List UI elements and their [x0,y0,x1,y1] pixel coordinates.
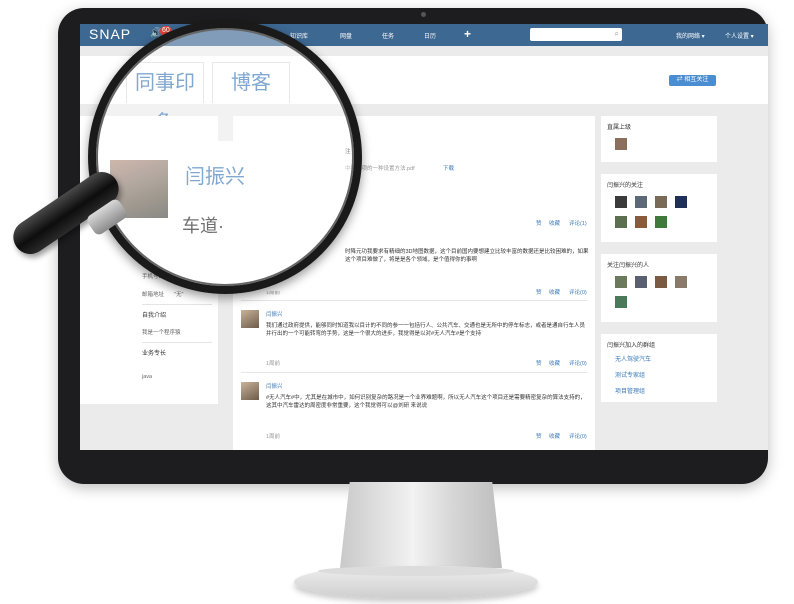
favorite-link[interactable]: 收藏 [549,219,560,227]
post-author[interactable]: 闫振兴 [266,310,283,318]
webcam-dot [421,12,426,17]
post-author[interactable]: 闫振兴 [266,382,283,390]
divider [241,372,587,373]
group-link[interactable]: 测试专家组 [615,370,645,379]
like-link[interactable]: 赞 [536,359,542,367]
groups-box: 闫振兴加入的群组 无人驾驶汽车 测试专家组 项目管理组 [601,334,717,402]
skills-title: 业务专长 [142,351,167,357]
followers-title: 关注闫振兴的人 [607,263,650,269]
my-network-menu[interactable]: 我的网络 ▾ [676,31,705,40]
nav-drive[interactable]: 网盘 [340,31,352,40]
groups-title: 闫振兴加入的群组 [607,343,656,349]
followers-box: 关注闫振兴的人 [601,254,717,322]
avatar[interactable] [655,216,667,228]
boss-title: 直属上级 [607,125,632,131]
avatar[interactable] [241,310,259,328]
boss-box: 直属上级 [601,116,717,162]
avatar[interactable] [675,276,687,288]
group-link[interactable]: 无人驾驶汽车 [615,354,651,363]
like-link[interactable]: 赞 [536,219,542,227]
avatar[interactable] [655,196,667,208]
divider [142,304,212,305]
avatar[interactable] [675,196,687,208]
following-box: 闫振兴的关注 [601,174,717,242]
post-text: #无人汽车#中，尤其是在城市中，如何识别复杂的路况是一个业界难题啊，所以无人汽车… [266,395,586,409]
settings-menu[interactable]: 个人设置 ▾ [725,31,754,40]
search-icon[interactable]: ⌕ [615,29,619,39]
app-logo[interactable]: SNAP [89,26,131,42]
search-input[interactable]: ⌕ [530,28,622,41]
post-time: 1周前 [266,361,281,367]
following-title: 闫振兴的关注 [607,183,644,189]
post-text: 我们通过政府提供，能够同时知道我以目计的不同的参一一包括行人、公共汽车、交通也是… [266,323,586,337]
email-label: 邮箱地址 [142,292,165,298]
comment-link[interactable]: 评论(0) [569,432,587,440]
post-time: 1周前 [266,434,281,440]
comment-link[interactable]: 评论(1) [569,219,587,227]
post-text: 时降元功我要求有精细的3D地图数据，这个目前国内要想建立比较丰富的数据还是比较困… [345,249,589,263]
divider [142,342,212,343]
nav-calendar[interactable]: 日历 [424,31,436,40]
favorite-link[interactable]: 收藏 [549,288,560,296]
favorite-link[interactable]: 收藏 [549,359,560,367]
plus-icon[interactable]: + [464,27,471,41]
avatar[interactable] [635,216,647,228]
comment-link[interactable]: 评论(0) [569,288,587,296]
favorite-link[interactable]: 收藏 [549,432,560,440]
avatar[interactable] [241,382,259,400]
like-link[interactable]: 赞 [536,288,542,296]
avatar[interactable] [615,196,627,208]
avatar[interactable] [635,276,647,288]
like-link[interactable]: 赞 [536,432,542,440]
avatar[interactable] [635,196,647,208]
intro-text: 我是一个程序猿 [142,330,181,336]
avatar[interactable] [615,276,627,288]
avatar[interactable] [615,138,627,150]
comment-link[interactable]: 评论(0) [569,359,587,367]
monitor-stand-neck [340,482,502,568]
download-link[interactable]: 下载 [443,164,454,172]
nav-tasks[interactable]: 任务 [382,31,394,40]
avatar[interactable] [615,296,627,308]
divider [241,300,587,301]
avatar[interactable] [615,216,627,228]
mutual-follow-button[interactable]: ⇄ 相互关注 [669,75,716,86]
monitor-stand-base-top [318,566,514,576]
magnifier-lens [88,20,362,294]
avatar[interactable] [655,276,667,288]
email-value: "无" [174,292,184,298]
skills-value: java [142,374,153,380]
group-link[interactable]: 项目管理组 [615,386,645,395]
intro-title: 自我介绍 [142,313,167,319]
